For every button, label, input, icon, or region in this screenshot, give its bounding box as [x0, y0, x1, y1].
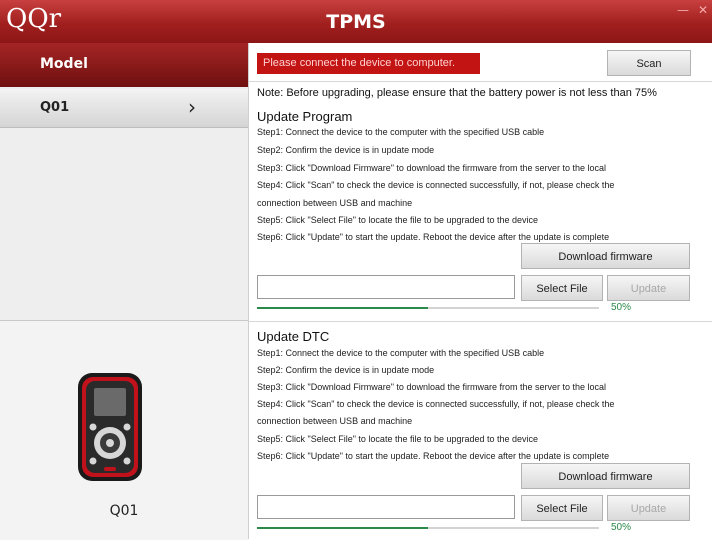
step-text: Step5: Click "Select File" to locate the… [257, 215, 539, 225]
sidebar-header-label: Model [40, 56, 88, 72]
select-file-button[interactable]: Select File [521, 495, 603, 521]
connection-status: Please connect the device to computer. [257, 53, 480, 74]
window-controls: — ✕ [676, 3, 710, 17]
step-text: connection between USB and machine [257, 198, 413, 208]
step-text: Step4: Click "Scan" to check the device … [257, 399, 615, 409]
section-title: Update DTC [257, 329, 330, 344]
step-text: Step6: Click "Update" to start the updat… [257, 232, 610, 242]
file-path-field[interactable] [257, 495, 515, 519]
progress-fill [257, 527, 428, 529]
divider [249, 81, 712, 82]
minimize-icon[interactable]: — [676, 3, 690, 17]
step-text: Step3: Click "Download Firmware" to down… [257, 382, 607, 392]
chevron-right-icon: › [188, 95, 196, 119]
select-file-button[interactable]: Select File [521, 275, 603, 301]
sidebar-item-q01[interactable]: Q01 › [0, 89, 248, 128]
close-icon[interactable]: ✕ [696, 3, 710, 17]
progress-bar [257, 527, 599, 529]
step-text: Step6: Click "Update" to start the updat… [257, 451, 610, 461]
step-text: Step5: Click "Select File" to locate the… [257, 434, 539, 444]
sidebar-item-label: Q01 [40, 100, 70, 115]
sidebar-header: Model [0, 43, 248, 87]
device-image [78, 373, 142, 481]
update-button[interactable]: Update [607, 495, 690, 521]
title-bar: QQr TPMS — ✕ [0, 0, 712, 43]
divider [249, 321, 712, 322]
section-title: Update Program [257, 109, 353, 124]
step-text: Step1: Connect the device to the compute… [257, 348, 545, 358]
device-label: Q01 [109, 503, 139, 519]
app-title: TPMS [326, 11, 386, 33]
progress-percent: 50% [611, 522, 632, 533]
progress-fill [257, 307, 428, 309]
download-firmware-button[interactable]: Download firmware [521, 463, 690, 489]
scan-button[interactable]: Scan [607, 50, 691, 76]
battery-note: Note: Before upgrading, please ensure th… [257, 87, 657, 99]
step-text: Step1: Connect the device to the compute… [257, 127, 545, 137]
step-text: connection between USB and machine [257, 416, 413, 426]
progress-bar [257, 307, 599, 309]
step-text: Step2: Confirm the device is in update m… [257, 365, 435, 375]
sidebar: Model Q01 › Q01 [0, 43, 249, 540]
download-firmware-button[interactable]: Download firmware [521, 243, 690, 269]
step-text: Step4: Click "Scan" to check the device … [257, 180, 615, 190]
step-text: Step2: Confirm the device is in update m… [257, 145, 435, 155]
update-button[interactable]: Update [607, 275, 690, 301]
file-path-field[interactable] [257, 275, 515, 299]
device-panel: Q01 [0, 320, 248, 540]
main-panel: Please connect the device to computer. S… [249, 43, 712, 539]
step-text: Step3: Click "Download Firmware" to down… [257, 163, 607, 173]
progress-percent: 50% [611, 302, 632, 313]
